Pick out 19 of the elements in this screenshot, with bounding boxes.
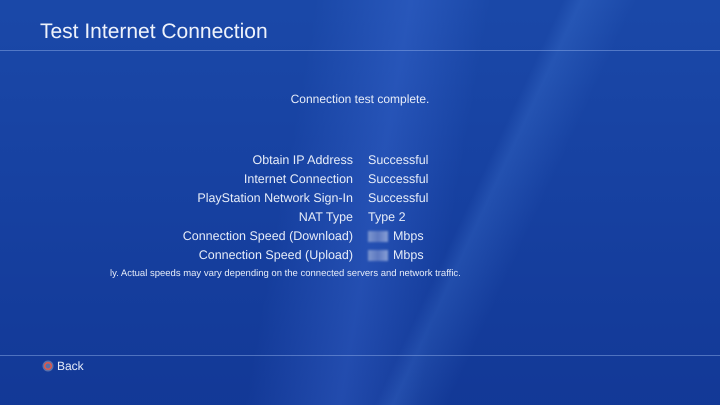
redacted-block xyxy=(368,231,388,242)
result-label: Obtain IP Address xyxy=(251,152,353,169)
result-label: Internet Connection xyxy=(242,171,353,188)
result-label: Connection Speed (Download) xyxy=(182,228,353,245)
result-value: Successful xyxy=(368,190,428,207)
result-value: Successful xyxy=(368,152,428,169)
screen-title: Test Internet Connection xyxy=(40,20,268,44)
result-label: NAT Type xyxy=(298,209,353,226)
redacted-block xyxy=(368,250,388,261)
result-value: Type 2 xyxy=(368,209,406,226)
result-value: Mbps xyxy=(393,228,424,245)
result-label: Connection Speed (Upload) xyxy=(198,247,353,264)
speed-note: ly. Actual speeds may vary depending on the connected servers and network traffic. xyxy=(110,268,461,279)
back-button[interactable]: Back xyxy=(42,359,84,373)
result-value: Successful xyxy=(368,171,428,188)
status-message: Connection test complete. xyxy=(290,92,430,106)
result-label: PlayStation Network Sign-In xyxy=(196,190,353,207)
circle-button-icon xyxy=(42,360,54,372)
result-value: Mbps xyxy=(393,247,424,264)
